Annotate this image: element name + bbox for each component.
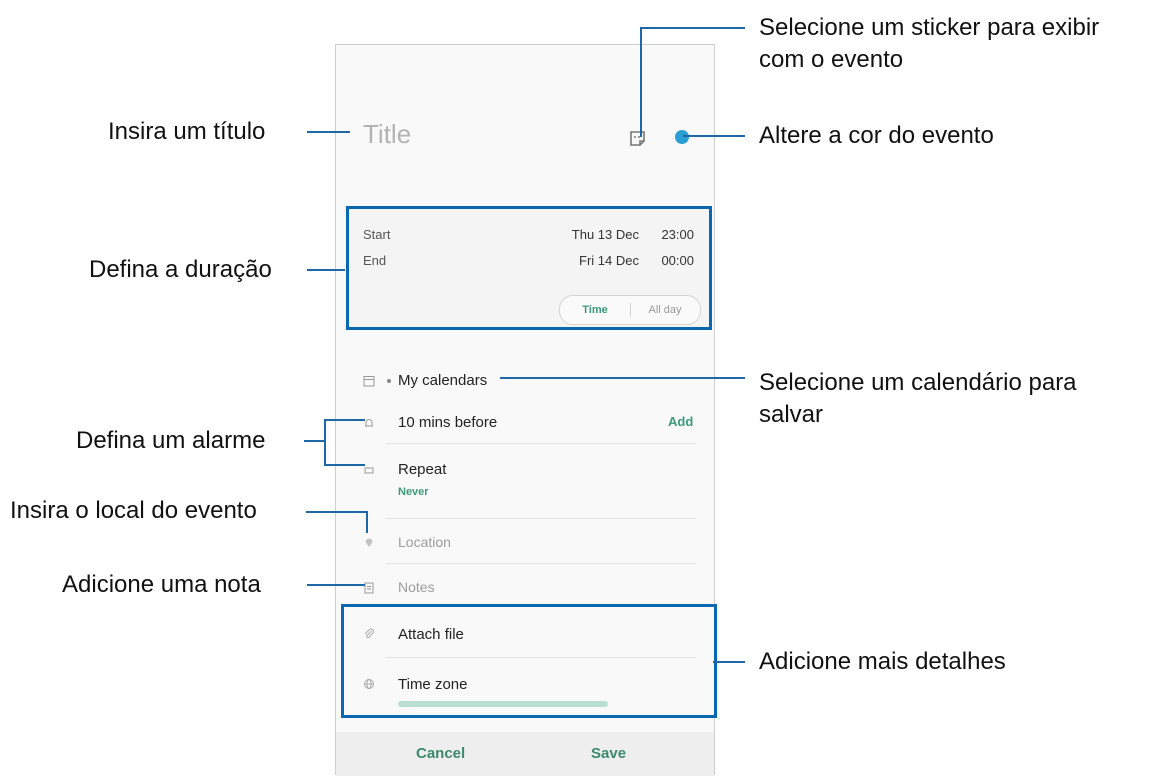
callout-sticker-line1: Selecione um sticker para exibir: [759, 14, 1100, 41]
callout-title: Insira um título: [108, 118, 266, 145]
callout-alarm: Defina um alarme: [76, 427, 266, 454]
callout-duration: Defina a duração: [89, 256, 272, 283]
callout-calendar-line1: Selecione um calendário para: [759, 369, 1077, 396]
callout-color: Altere a cor do evento: [759, 122, 994, 149]
callout-more-details: Adicione mais detalhes: [759, 648, 1006, 675]
callout-location: Insira o local do evento: [10, 497, 257, 524]
callout-note: Adicione uma nota: [62, 571, 261, 598]
callout-calendar-line2: salvar: [759, 401, 824, 428]
callout-sticker-line2: com o evento: [759, 46, 904, 73]
